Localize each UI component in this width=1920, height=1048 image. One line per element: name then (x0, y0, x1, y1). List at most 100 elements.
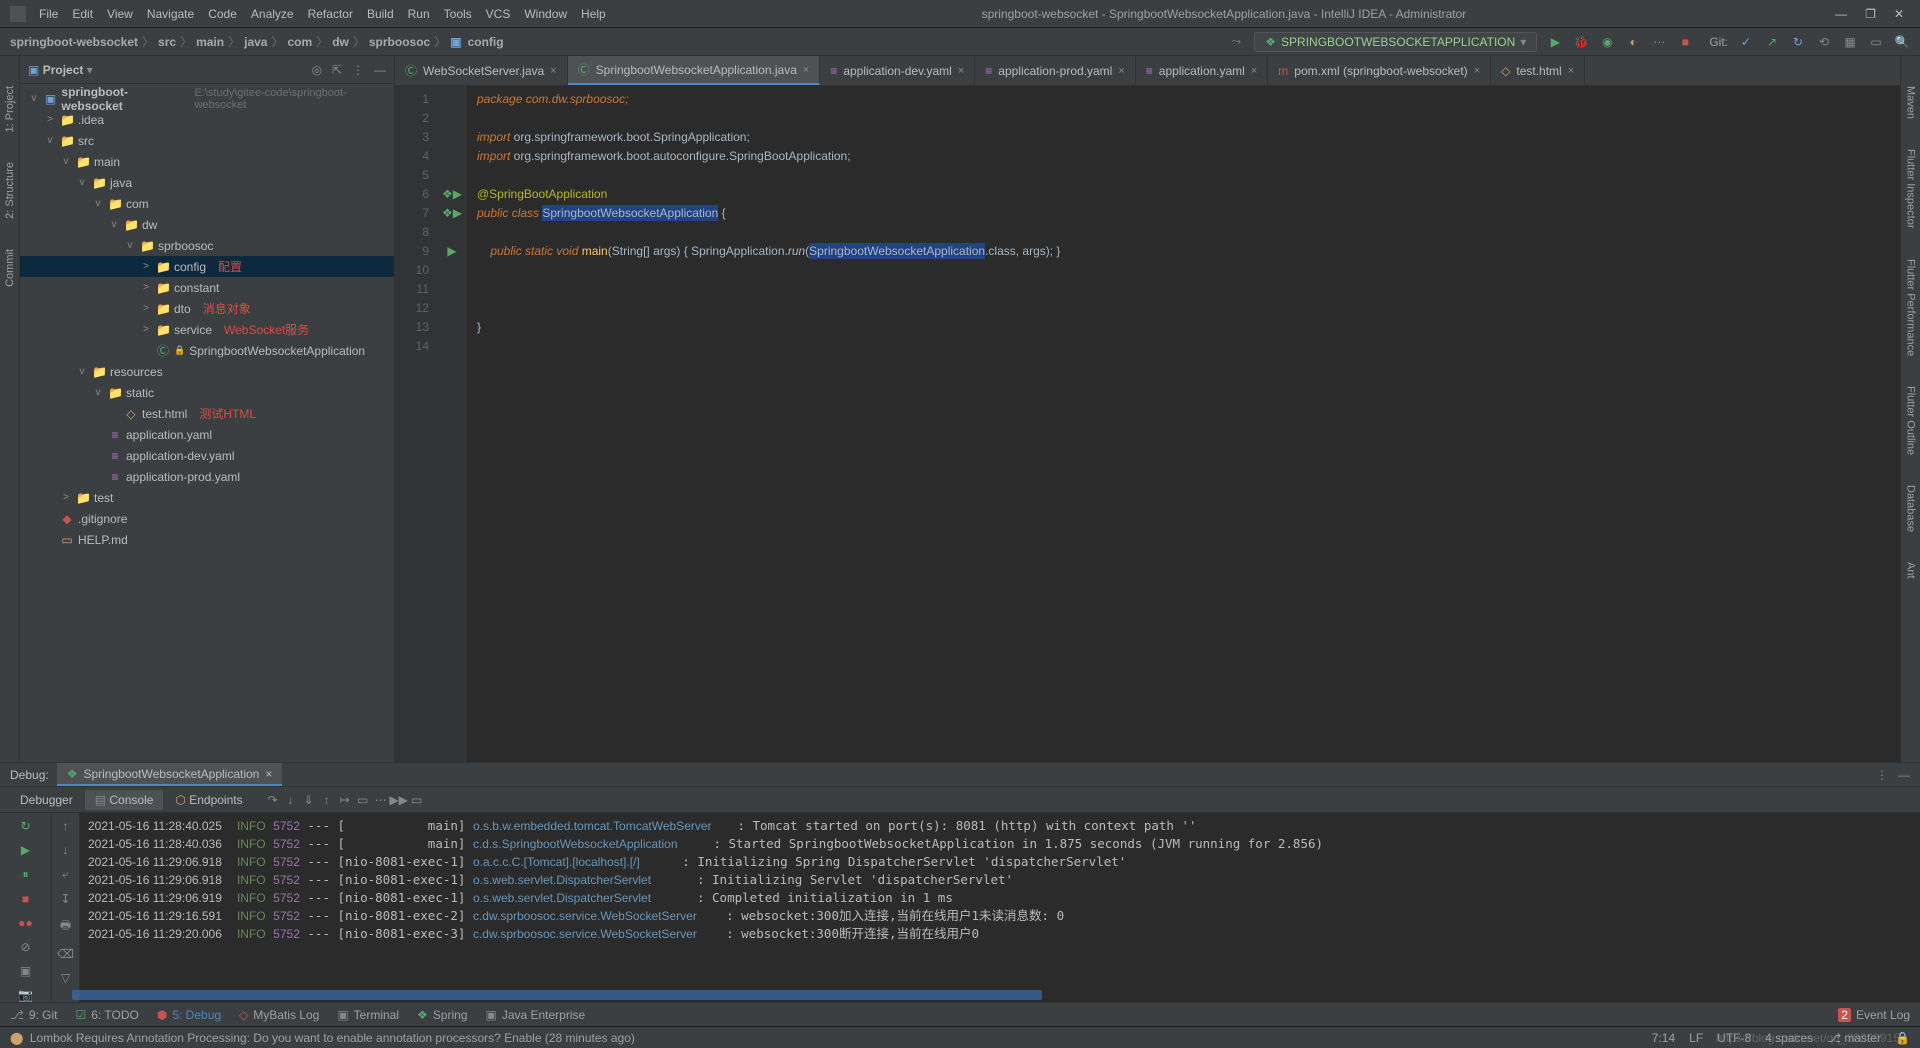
gear-icon[interactable]: ⋮ (352, 63, 364, 77)
breadcrumb-item[interactable]: com (287, 35, 312, 49)
rerun-icon[interactable]: ↻ (20, 819, 30, 833)
hide-icon[interactable]: — (1898, 768, 1910, 782)
menu-build[interactable]: Build (360, 7, 401, 21)
tool-flutter-outline[interactable]: Flutter Outline (1905, 386, 1917, 455)
tree-item[interactable]: v📁static (20, 382, 394, 403)
menu-navigate[interactable]: Navigate (140, 7, 201, 21)
scroll-icon[interactable]: ↧ (60, 892, 70, 906)
tree-item[interactable]: ≡application-dev.yaml (20, 445, 394, 466)
git-commit-icon[interactable]: ↗ (1764, 34, 1780, 50)
git-update-icon[interactable]: ✓ (1738, 34, 1754, 50)
tool-todo[interactable]: ☑6: TODO (76, 1008, 139, 1022)
endpoints-tab[interactable]: ⬡ Endpoints (165, 790, 252, 810)
tree-item[interactable]: ◆.gitignore (20, 508, 394, 529)
editor-tab[interactable]: ≡application-prod.yaml× (975, 56, 1136, 85)
close-icon[interactable]: × (1568, 65, 1574, 77)
close-icon[interactable]: × (265, 767, 272, 781)
menu-run[interactable]: Run (401, 7, 437, 21)
pause-icon[interactable]: ⏸ (22, 867, 28, 882)
chevron-down-icon[interactable]: ▾ (83, 63, 92, 77)
menu-code[interactable]: Code (201, 7, 244, 21)
line-separator[interactable]: LF (1689, 1031, 1703, 1045)
tree-item[interactable]: ≡application.yaml (20, 424, 394, 445)
settings-icon[interactable]: ▭ (409, 792, 425, 808)
tree-item[interactable]: v📁main (20, 151, 394, 172)
menu-refactor[interactable]: Refactor (301, 7, 360, 21)
close-icon[interactable]: × (550, 65, 556, 77)
tree-item[interactable]: >📁config配置 (20, 256, 394, 277)
editor-gutter[interactable]: ❖▶ ❖▶ ▶ (437, 86, 467, 762)
run-config-select[interactable]: ❖ SPRINGBOOTWEBSOCKETAPPLICATION ▾ (1254, 32, 1537, 52)
tool-commit[interactable]: Commit (4, 249, 16, 287)
tool-flutter-performance[interactable]: Flutter Performance (1905, 259, 1917, 356)
run-icon[interactable]: ▶ (1547, 34, 1563, 50)
tree-item[interactable]: >📁dto消息对象 (20, 298, 394, 319)
tree-item[interactable]: ◇test.html测试HTML (20, 403, 394, 424)
breakpoints-icon[interactable]: ●● (18, 916, 33, 930)
code-content[interactable]: package com.dw.sprboosoc; import org.spr… (467, 86, 1900, 762)
grid-icon[interactable]: ▦ (1842, 34, 1858, 50)
project-root[interactable]: springboot-websocket (61, 85, 186, 113)
step-over-icon[interactable]: ↷ (265, 792, 281, 808)
tool-spring[interactable]: ❖Spring (417, 1008, 467, 1022)
hide-icon[interactable]: — (374, 63, 386, 77)
run-to-cursor-icon[interactable]: ↦ (337, 792, 353, 808)
tree-item[interactable]: v📁resources (20, 361, 394, 382)
menu-help[interactable]: Help (574, 7, 613, 21)
step-into-icon[interactable]: ↓ (283, 792, 299, 808)
tree-item[interactable]: Ⓒ🔒SpringbootWebsocketApplication (20, 340, 394, 361)
breadcrumb-item[interactable]: src (158, 35, 176, 49)
close-icon[interactable]: × (958, 65, 964, 77)
close-icon[interactable]: × (1251, 65, 1257, 77)
breadcrumb-item[interactable]: config (468, 35, 504, 49)
tool-terminal[interactable]: ▣Terminal (337, 1008, 399, 1022)
wrap-icon[interactable]: ⤶ (62, 867, 69, 882)
warning-icon[interactable]: ⬤ (10, 1031, 23, 1045)
tree-item[interactable]: >📁test (20, 487, 394, 508)
menu-tools[interactable]: Tools (437, 7, 479, 21)
breadcrumb-item[interactable]: sprboosoc (369, 35, 430, 49)
minimize-icon[interactable]: — (1835, 7, 1847, 21)
menu-analyze[interactable]: Analyze (244, 7, 301, 21)
menu-window[interactable]: Window (517, 7, 574, 21)
tool-git[interactable]: ⎇9: Git (10, 1008, 58, 1022)
mute-breakpoints-icon[interactable]: ⊘ (20, 940, 30, 954)
reader-icon[interactable]: ▭ (1868, 34, 1884, 50)
tree-item[interactable]: ≡application-prod.yaml (20, 466, 394, 487)
git-history-icon[interactable]: ↻ (1790, 34, 1806, 50)
debugger-tab[interactable]: Debugger (10, 790, 83, 810)
evaluate-icon[interactable]: ▭ (355, 792, 371, 808)
code-editor[interactable]: 1234567891011121314 ❖▶ ❖▶ ▶ package com.… (395, 86, 1900, 762)
tree-item[interactable]: v📁src (20, 130, 394, 151)
run-gutter-icon[interactable]: ▶ (447, 242, 456, 261)
debug-icon[interactable]: 🐞 (1573, 34, 1589, 50)
close-icon[interactable]: × (1118, 65, 1124, 77)
tree-item[interactable]: v📁com (20, 193, 394, 214)
caret-position[interactable]: 7:14 (1652, 1031, 1675, 1045)
console-tab[interactable]: ▤ Console (85, 790, 164, 810)
stop-icon[interactable]: ■ (1677, 34, 1693, 50)
breadcrumb-item[interactable]: springboot-websocket (10, 35, 138, 49)
breadcrumb[interactable]: springboot-websocket〉 src〉 main〉 java〉 c… (10, 33, 504, 50)
filter-icon[interactable]: ▽ (61, 971, 70, 985)
close-icon[interactable]: ✕ (1894, 7, 1904, 21)
stop-icon[interactable]: ■ (22, 892, 29, 906)
breadcrumb-item[interactable]: dw (332, 35, 349, 49)
menu-edit[interactable]: Edit (65, 7, 100, 21)
menu-file[interactable]: File (32, 7, 65, 21)
build-icon[interactable]: ⤳ (1228, 34, 1244, 50)
step-out-icon[interactable]: ↑ (319, 792, 335, 808)
collapse-icon[interactable]: ⇱ (332, 63, 342, 77)
tool-project[interactable]: 1: Project (4, 86, 16, 132)
editor-tab[interactable]: ⒸSpringbootWebsocketApplication.java× (568, 56, 821, 85)
editor-tab[interactable]: ⒸWebSocketServer.java× (395, 56, 568, 85)
coverage-icon[interactable]: ◉ (1599, 34, 1615, 50)
tool-java-ee[interactable]: ▣Java Enterprise (485, 1008, 585, 1022)
hide-icon[interactable]: ⋮ (1876, 768, 1888, 782)
profile-icon[interactable]: ◐ (1625, 34, 1641, 50)
up-icon[interactable]: ↑ (63, 819, 69, 833)
editor-tab[interactable]: mpom.xml (springboot-websocket)× (1268, 56, 1491, 85)
project-tree[interactable]: v▣ springboot-websocket E:\study\gitee-c… (20, 84, 394, 762)
tool-ant[interactable]: Ant (1905, 562, 1917, 579)
tool-maven[interactable]: Maven (1905, 86, 1917, 119)
